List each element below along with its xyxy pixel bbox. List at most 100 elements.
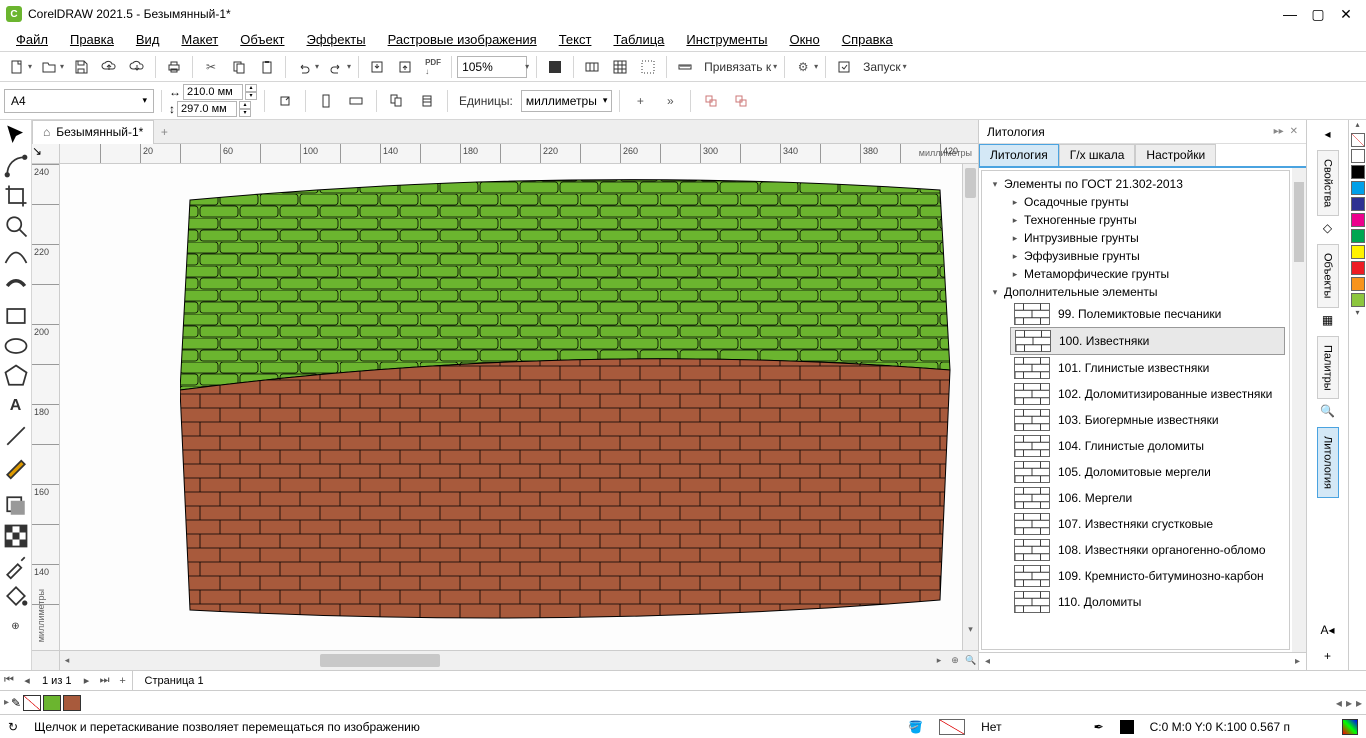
horizontal-scrollbar[interactable]: ◂ ▸ ⊕ 🔍	[60, 651, 978, 670]
pdf-button[interactable]: PDF↓	[420, 54, 446, 80]
color-green[interactable]	[43, 695, 61, 711]
dup-distance2-button[interactable]	[728, 88, 754, 114]
width-input[interactable]	[183, 84, 243, 100]
vertical-scrollbar[interactable]: ▴ ▾	[962, 164, 978, 650]
tree-row[interactable]: ▸Эффузивные грунты	[986, 247, 1285, 265]
tab-settings[interactable]: Настройки	[1135, 144, 1216, 166]
lithology-item[interactable]: 102. Доломитизированные известняки	[1010, 381, 1285, 407]
close-button[interactable]: ✕	[1332, 4, 1360, 24]
palette-swatch[interactable]	[1351, 197, 1365, 211]
freehand-tool[interactable]	[2, 242, 30, 270]
add-document-button[interactable]: +	[154, 125, 174, 139]
crop-tool[interactable]	[2, 182, 30, 210]
menu-bitmaps[interactable]: Растровые изображения	[378, 29, 547, 50]
dock-objects[interactable]: Объекты	[1317, 244, 1339, 307]
palette-swatch[interactable]	[1351, 229, 1365, 243]
palette-swatch[interactable]	[1351, 245, 1365, 259]
height-input[interactable]	[177, 101, 237, 117]
ellipse-tool[interactable]	[2, 332, 30, 360]
nudge-plus-button[interactable]: +	[627, 88, 653, 114]
canvas[interactable]	[60, 164, 962, 650]
lithology-item[interactable]: 106. Мергели	[1010, 485, 1285, 511]
add-page-button[interactable]: +	[114, 675, 132, 687]
more-icon[interactable]: +	[1318, 646, 1338, 666]
snap-label[interactable]: Привязать к	[704, 60, 771, 74]
palette-down[interactable]: ▾	[1355, 308, 1359, 320]
ruler-vertical[interactable]: миллиметры 240220200180160140	[32, 164, 60, 650]
lithology-tree[interactable]: ▾Элементы по ГОСТ 21.302-2013▸Осадочные …	[981, 170, 1290, 650]
palette-none[interactable]	[1351, 133, 1365, 147]
text-tool[interactable]: A	[2, 392, 30, 420]
tree-row[interactable]: ▸Осадочные грунты	[986, 193, 1285, 211]
minimize-button[interactable]: —	[1276, 4, 1304, 24]
cloud-down-button[interactable]	[124, 54, 150, 80]
polygon-tool[interactable]	[2, 362, 30, 390]
tree-row[interactable]: ▸Интрузивные грунты	[986, 229, 1285, 247]
colors-scroll-right[interactable]: ▸	[1346, 696, 1352, 710]
colors-expand[interactable]: ▸	[1356, 696, 1362, 710]
menu-text[interactable]: Текст	[549, 29, 602, 50]
redo-button[interactable]	[323, 54, 349, 80]
grid-button[interactable]	[579, 54, 605, 80]
panel-close-icon[interactable]: ✕	[1290, 126, 1298, 137]
palette-swatch[interactable]	[1351, 213, 1365, 227]
dock-palettes[interactable]: Палитры	[1317, 336, 1339, 400]
menu-view[interactable]: Вид	[126, 29, 170, 50]
shape-tool[interactable]	[2, 152, 30, 180]
dock-properties[interactable]: Свойства	[1317, 150, 1339, 216]
menu-layout[interactable]: Макет	[171, 29, 228, 50]
color-mode-icon[interactable]	[1342, 719, 1358, 735]
tab-lithology[interactable]: Литология	[979, 144, 1059, 166]
fullscreen-button[interactable]	[542, 54, 568, 80]
lithology-item[interactable]: 101. Глинистые известняки	[1010, 355, 1285, 381]
palette-swatch[interactable]	[1351, 149, 1365, 163]
paste-button[interactable]	[254, 54, 280, 80]
open-button[interactable]	[36, 54, 62, 80]
lithology-item[interactable]: 107. Известняки сгустковые	[1010, 511, 1285, 537]
transparency-tool[interactable]	[2, 522, 30, 550]
fill-tool[interactable]	[2, 582, 30, 610]
text-a-icon[interactable]: A◂	[1318, 620, 1338, 640]
page-size-select[interactable]: A4▾	[4, 89, 154, 113]
diamond-icon[interactable]: ◇	[1318, 218, 1338, 238]
dock-lithology[interactable]: Литология	[1317, 427, 1339, 498]
units-select[interactable]: миллиметры▾	[521, 90, 613, 112]
menu-help[interactable]: Справка	[832, 29, 903, 50]
tab-gx[interactable]: Г/х шкала	[1059, 144, 1136, 166]
lithology-item[interactable]: 108. Известняки органогенно-обломо	[1010, 537, 1285, 563]
dots-button[interactable]	[635, 54, 661, 80]
export-button[interactable]	[392, 54, 418, 80]
color-brown[interactable]	[63, 695, 81, 711]
lithology-item[interactable]: 110. Доломиты	[1010, 589, 1285, 615]
new-button[interactable]	[4, 54, 30, 80]
palette-swatch[interactable]	[1351, 261, 1365, 275]
zoom-input[interactable]	[457, 56, 527, 78]
menu-table[interactable]: Таблица	[603, 29, 674, 50]
palette-swatch[interactable]	[1351, 277, 1365, 291]
palette-icon[interactable]: ▦	[1318, 310, 1338, 330]
colors-scroll-left[interactable]: ◂	[1336, 696, 1342, 710]
options-button[interactable]: ⚙	[790, 54, 816, 80]
menu-file[interactable]: Файл	[6, 29, 58, 50]
lithology-item[interactable]: 103. Биогермные известняки	[1010, 407, 1285, 433]
status-fill-swatch[interactable]	[939, 719, 965, 735]
panel-scrollbar[interactable]	[1292, 168, 1306, 652]
lithology-item[interactable]: 99. Полемиктовые песчаники	[1010, 301, 1285, 327]
palette-up[interactable]: ▴	[1355, 120, 1359, 132]
cut-button[interactable]: ✂	[198, 54, 224, 80]
palette-swatch[interactable]	[1351, 165, 1365, 179]
ruler-button[interactable]	[672, 54, 698, 80]
tree-row[interactable]: ▸Метаморфические грунты	[986, 265, 1285, 283]
print-button[interactable]	[161, 54, 187, 80]
pick-tool[interactable]	[2, 122, 30, 150]
ruler-horizontal[interactable]: миллиметры 20601001401802202603003403804…	[60, 144, 978, 164]
line-tool[interactable]	[2, 422, 30, 450]
menu-object[interactable]: Объект	[230, 29, 294, 50]
all-pages-button[interactable]	[384, 88, 410, 114]
launch-label[interactable]: Запуск	[863, 60, 901, 74]
copy-button[interactable]	[226, 54, 252, 80]
save-button[interactable]	[68, 54, 94, 80]
next-page-button[interactable]: ▸	[78, 674, 96, 687]
document-tab[interactable]: ⌂ Безымянный-1*	[32, 120, 154, 144]
lithology-item[interactable]: 109. Кремнисто-битуминозно-карбон	[1010, 563, 1285, 589]
